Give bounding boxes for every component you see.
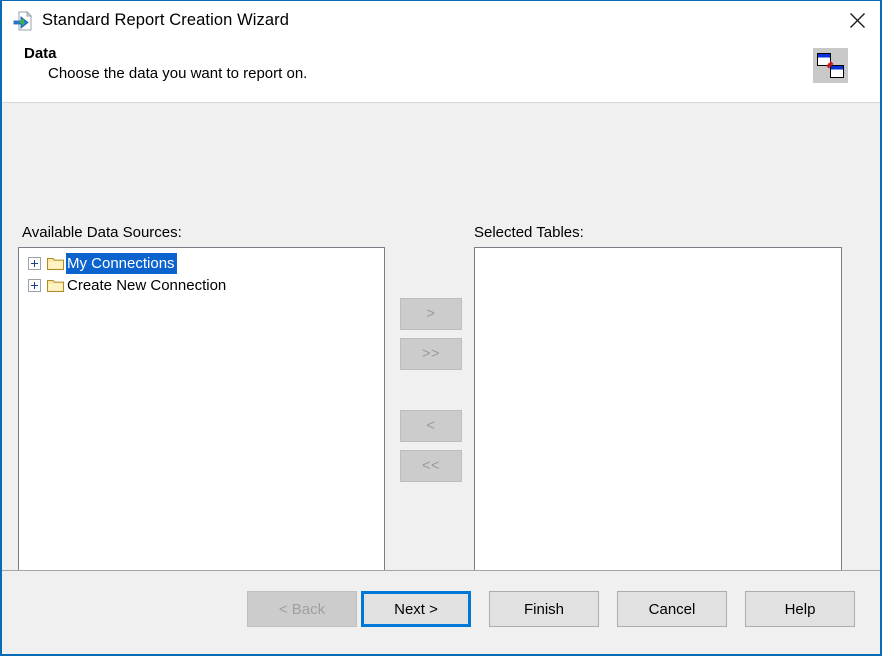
next-button[interactable]: Next > [361, 591, 471, 627]
wizard-body: Available Data Sources: Selected Tables:… [2, 103, 880, 647]
close-icon[interactable] [834, 1, 880, 39]
expand-plus-icon[interactable] [28, 256, 41, 270]
available-data-sources-label: Available Data Sources: [22, 224, 182, 241]
window-title: Standard Report Creation Wizard [42, 11, 290, 29]
folder-icon [47, 256, 64, 270]
cancel-button[interactable]: Cancel [617, 591, 727, 627]
wizard-footer: < Back Next > Finish Cancel Help [2, 570, 880, 654]
report-document-icon [12, 10, 34, 32]
page-subtitle: Choose the data you want to report on. [48, 65, 308, 82]
selected-tables-label: Selected Tables: [474, 224, 584, 241]
move-left-button[interactable]: < [400, 410, 462, 442]
linked-tables-icon [813, 48, 848, 83]
page-title: Data [24, 45, 57, 62]
move-right-button[interactable]: > [400, 298, 462, 330]
wizard-header: Data Choose the data you want to report … [2, 40, 880, 103]
help-button[interactable]: Help [745, 591, 855, 627]
tree-item-label: My Connections [66, 252, 177, 274]
title-bar: Standard Report Creation Wizard [2, 1, 880, 40]
tree-item-create-new-connection[interactable]: Create New Connection [19, 274, 384, 296]
tree-item-label: Create New Connection [67, 276, 227, 294]
expand-plus-icon[interactable] [28, 278, 41, 292]
folder-icon [47, 278, 64, 292]
move-all-left-button[interactable]: << [400, 450, 462, 482]
tree-item-my-connections[interactable]: My Connections [19, 252, 384, 274]
back-button[interactable]: < Back [247, 591, 357, 627]
wizard-window: Standard Report Creation Wizard Data Cho… [0, 0, 882, 656]
finish-button[interactable]: Finish [489, 591, 599, 627]
move-all-right-button[interactable]: >> [400, 338, 462, 370]
